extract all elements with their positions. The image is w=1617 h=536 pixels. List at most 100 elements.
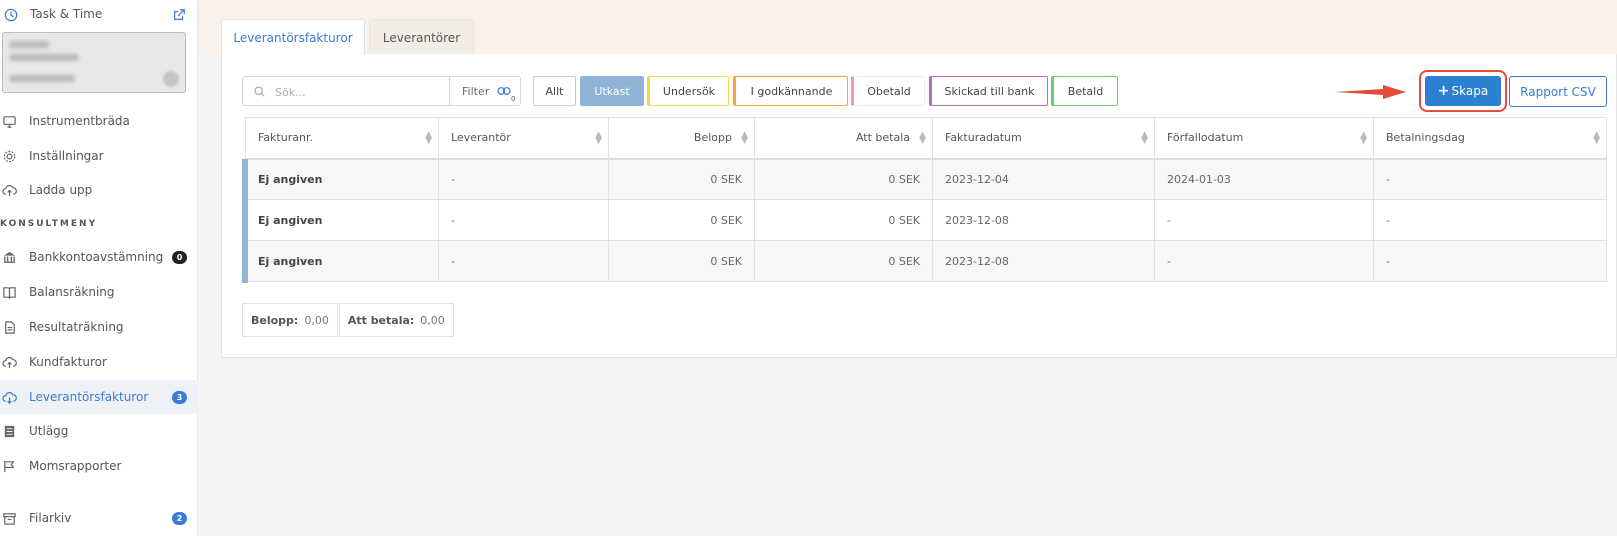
sidebar-item-label: Resultaträkning xyxy=(29,320,124,334)
column-header-forfallodatum[interactable]: Förfallodatum ▲ ▼ xyxy=(1154,117,1374,160)
cell-forfallodatum: - xyxy=(1154,199,1374,241)
total-belopp-value: 0,00 xyxy=(304,313,329,327)
sidebar-header: Task & Time xyxy=(0,0,198,32)
cell-fakturadatum: 2023-12-08 xyxy=(932,199,1155,241)
status-filter-allt[interactable]: Allt xyxy=(533,76,576,106)
search-icon xyxy=(254,86,265,97)
sidebar-item-leverantorsfakturor[interactable]: Leverantörsfakturor 3 xyxy=(0,380,198,414)
cell-fakturadatum: 2023-12-08 xyxy=(932,240,1155,282)
cell-forfallodatum: 2024-01-03 xyxy=(1154,158,1374,200)
monitor-icon xyxy=(3,116,16,128)
cell-fakturanr: Ej angiven xyxy=(245,199,439,241)
receipt-icon xyxy=(4,425,15,438)
column-header-belopp[interactable]: Belopp ▲ ▼ xyxy=(608,117,755,160)
user-info-blurred xyxy=(9,75,75,82)
document-icon xyxy=(5,321,15,334)
filter-label: Filter xyxy=(462,85,490,98)
column-header-leverantor[interactable]: Leverantör ▲ ▼ xyxy=(438,117,609,160)
sidebar-item-instrumentbrada[interactable]: Instrumentbräda xyxy=(0,104,198,138)
column-header-betalningsdag[interactable]: Betalningsdag ▲ ▼ xyxy=(1373,117,1607,160)
status-filter-skickad-till-bank[interactable]: Skickad till bank xyxy=(929,76,1048,106)
invoice-table: Fakturanr. ▲ ▼ Leverantör ▲ ▼ Belopp ▲ ▼ Att b… xyxy=(245,117,1607,282)
total-att-betala-label: Att betala: xyxy=(347,313,415,327)
sidebar-item-utlagg[interactable]: Utlägg xyxy=(0,414,198,448)
cell-att-betala: 0 SEK xyxy=(754,199,933,241)
user-card[interactable] xyxy=(2,32,186,93)
flag-icon xyxy=(4,460,15,473)
totals-bar: Belopp: 0,00 Att betala: 0,00 xyxy=(242,303,455,337)
section-label-konsultmeny: KONSULTMENY xyxy=(0,219,98,229)
cell-betalningsdag: - xyxy=(1373,199,1607,241)
count-badge: 2 xyxy=(172,512,187,525)
sidebar-item-ladda-upp[interactable]: Ladda upp xyxy=(0,173,198,207)
cell-belopp: 0 SEK xyxy=(608,199,755,241)
sort-icon: ▲ ▼ xyxy=(741,130,748,146)
count-badge: 3 xyxy=(172,391,187,404)
external-link-icon[interactable] xyxy=(172,8,186,22)
archive-icon xyxy=(3,513,16,525)
status-filter-i-godkannande[interactable]: I godkännande xyxy=(733,76,848,106)
cell-leverantor: - xyxy=(438,199,609,241)
table-row[interactable]: Ej angiven - 0 SEK 0 SEK 2023-12-08 - - xyxy=(245,199,1607,241)
sidebar-item-kundfakturor[interactable]: Kundfakturor xyxy=(0,345,198,379)
column-header-fakturadatum[interactable]: Fakturadatum ▲ ▼ xyxy=(932,117,1155,160)
create-button[interactable]: + Skapa xyxy=(1425,76,1501,106)
status-filter-obetald[interactable]: Obetald xyxy=(851,76,925,106)
sidebar-item-filarkiv[interactable]: Filarkiv 2 xyxy=(0,501,198,535)
sidebar-item-label: Filarkiv xyxy=(29,511,72,525)
sidebar-item-label: Kundfakturor xyxy=(29,355,107,369)
total-belopp: Belopp: 0,00 xyxy=(242,303,338,337)
search-input[interactable] xyxy=(275,83,443,101)
sidebar-item-resultatrakning[interactable]: Resultaträkning xyxy=(0,310,198,344)
table-header-row: Fakturanr. ▲ ▼ Leverantör ▲ ▼ Belopp ▲ ▼ Att b… xyxy=(245,117,1607,160)
tab-leverantorsfakturor[interactable]: Leverantörsfakturor xyxy=(221,19,365,55)
search-box xyxy=(242,76,450,106)
total-belopp-label: Belopp: xyxy=(251,313,299,327)
cloud-upload-icon xyxy=(2,357,17,369)
sort-icon: ▲ ▼ xyxy=(425,130,432,146)
status-filter-betald[interactable]: Betald xyxy=(1051,76,1118,106)
report-csv-button[interactable]: Rapport CSV xyxy=(1509,76,1607,107)
cloud-download-icon xyxy=(2,392,17,404)
count-badge: 0 xyxy=(172,251,187,264)
sort-icon: ▲ ▼ xyxy=(1593,130,1600,146)
sidebar-item-label: Inställningar xyxy=(29,149,104,163)
user-name-blurred xyxy=(9,41,49,48)
status-filter-undersok[interactable]: Undersök xyxy=(647,76,729,106)
sidebar-item-bankkontoavstamning[interactable]: Bankkontoavstämning 0 xyxy=(0,240,198,274)
cell-att-betala: 0 SEK xyxy=(754,240,933,282)
cell-belopp: 0 SEK xyxy=(608,240,755,282)
sort-icon: ▲ ▼ xyxy=(1141,130,1148,146)
cell-fakturanr: Ej angiven xyxy=(245,240,439,282)
tab-leverantorer[interactable]: Leverantörer xyxy=(369,19,474,55)
sidebar-item-label: Balansräkning xyxy=(29,285,115,299)
sidebar-item-label: Momsrapporter xyxy=(29,459,122,473)
sidebar-item-momsrapporter[interactable]: Momsrapporter xyxy=(0,449,198,483)
filter-count: 0 xyxy=(511,95,516,103)
bank-icon xyxy=(3,251,16,263)
cloud-upload-icon xyxy=(2,185,17,197)
annotation-arrow-icon xyxy=(1335,85,1406,99)
create-button-label: Skapa xyxy=(1451,84,1489,98)
cell-fakturanr: Ej angiven xyxy=(245,158,439,200)
toggle-filter-icon xyxy=(497,87,511,95)
user-org-blurred xyxy=(9,54,79,61)
cell-leverantor: - xyxy=(438,240,609,282)
sidebar: Task & Time Instrumentbräda Inställninga… xyxy=(0,0,198,536)
cell-att-betala: 0 SEK xyxy=(754,158,933,200)
filter-button[interactable]: Filter 0 xyxy=(449,76,521,106)
sidebar-item-installningar[interactable]: Inställningar xyxy=(0,139,198,173)
status-filter-utkast[interactable]: Utkast xyxy=(580,76,644,106)
table-row[interactable]: Ej angiven - 0 SEK 0 SEK 2023-12-04 2024… xyxy=(245,158,1607,200)
cell-betalningsdag: - xyxy=(1373,240,1607,282)
sidebar-item-label: Leverantörsfakturor xyxy=(29,390,149,404)
cell-betalningsdag: - xyxy=(1373,158,1607,200)
sidebar-item-label: Instrumentbräda xyxy=(29,114,130,128)
cell-forfallodatum: - xyxy=(1154,240,1374,282)
sidebar-item-balansrakning[interactable]: Balansräkning xyxy=(0,275,198,309)
column-header-att-betala[interactable]: Att betala ▲ ▼ xyxy=(754,117,933,160)
total-att-betala-value: 0,00 xyxy=(420,313,445,327)
sidebar-item-label: Ladda upp xyxy=(29,183,93,197)
column-header-fakturanr[interactable]: Fakturanr. ▲ ▼ xyxy=(245,117,439,160)
table-row[interactable]: Ej angiven - 0 SEK 0 SEK 2023-12-08 - - xyxy=(245,240,1607,282)
